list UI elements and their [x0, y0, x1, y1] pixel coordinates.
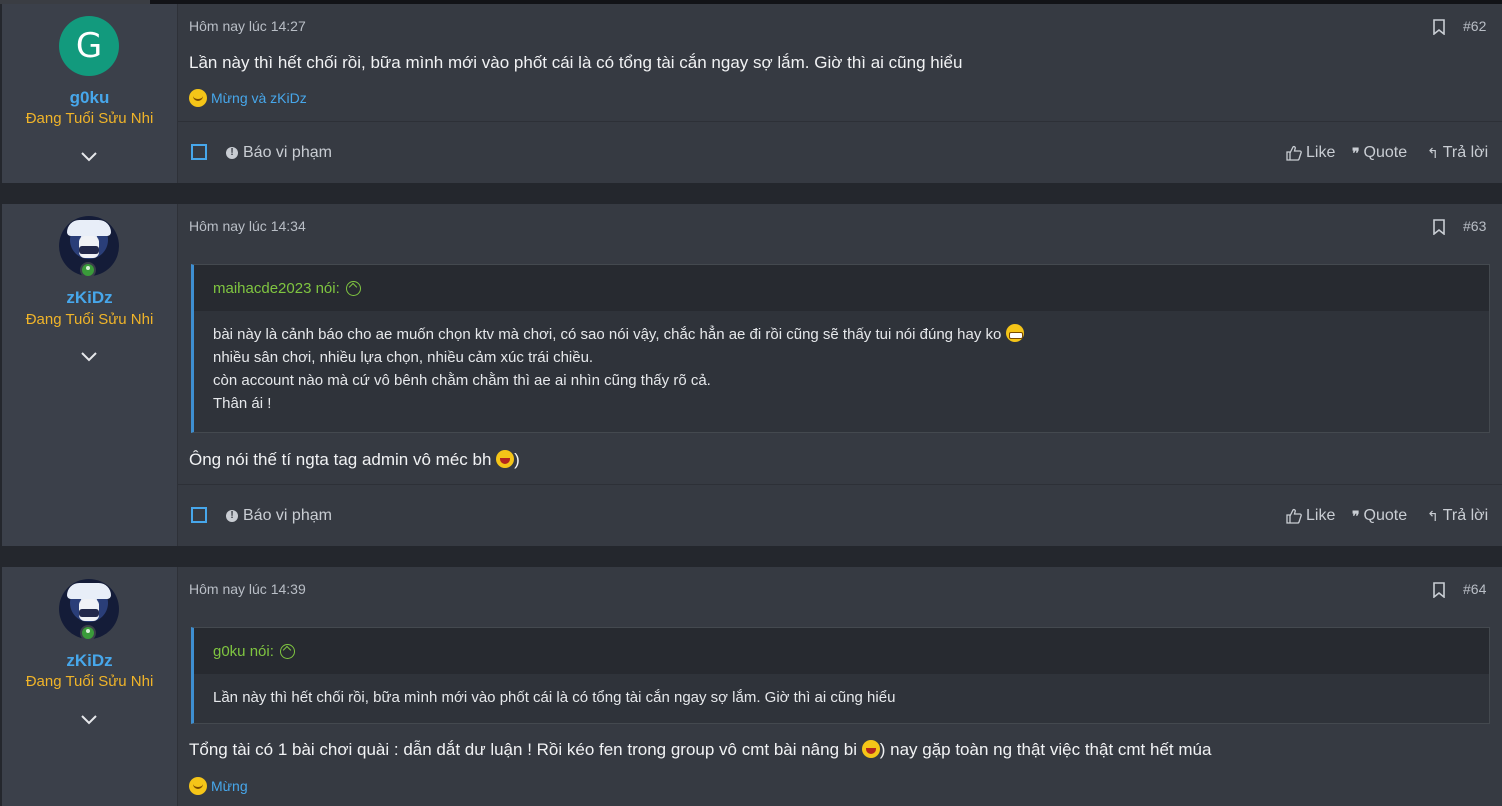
quote-label: Quote: [1363, 144, 1408, 161]
reaction-summary[interactable]: Mừng: [189, 777, 248, 795]
post-62: G g0ku Đang Tuổi Sửu Nhi Hôm nay lúc 14:…: [2, 4, 1502, 183]
user-title: Đang Tuổi Sửu Nhi: [25, 110, 154, 127]
report-link[interactable]: ! Báo vi phạm: [226, 507, 332, 525]
report-icon: !: [226, 147, 238, 159]
quote-line: còn account nào mà cứ vô bênh chằm chằm …: [213, 372, 711, 389]
quote-body: Lần này thì hết chối rồi, bữa mình mới v…: [194, 674, 1489, 709]
quote-line: nhiều sân chơi, nhiều lựa chọn, nhiều cả…: [213, 349, 594, 366]
reply-label: Trả lời: [1442, 507, 1489, 524]
post-number[interactable]: #64: [1463, 581, 1486, 597]
user-title: Đang Tuổi Sửu Nhi: [25, 311, 154, 328]
quote-block: g0ku nói: Lần này thì hết chối rồi, bữa …: [191, 627, 1490, 724]
bookmark-icon[interactable]: [1432, 582, 1446, 598]
quote-label: Quote: [1363, 507, 1408, 524]
avatar[interactable]: G: [59, 16, 119, 76]
quote-header[interactable]: maihacde2023 nói:: [194, 265, 1489, 311]
post-time[interactable]: Hôm nay lúc 14:27: [189, 18, 306, 34]
quote-icon: ❞: [1352, 144, 1360, 161]
select-checkbox[interactable]: [191, 144, 207, 160]
post-number[interactable]: #62: [1463, 18, 1486, 34]
chevron-down-icon[interactable]: [80, 150, 98, 162]
quote-line: Lần này thì hết chối rồi, bữa mình mới v…: [213, 689, 896, 706]
user-sidebar: G g0ku Đang Tuổi Sửu Nhi: [2, 4, 178, 183]
laugh-emoji-icon: [496, 450, 515, 468]
post-time[interactable]: Hôm nay lúc 14:39: [189, 581, 306, 597]
user-title: Đang Tuổi Sửu Nhi: [25, 673, 154, 690]
chevron-down-icon[interactable]: [80, 350, 98, 362]
online-status-icon: [80, 625, 96, 641]
username[interactable]: g0ku: [2, 88, 177, 108]
online-status-icon: [80, 262, 96, 278]
laugh-reaction-icon: [189, 89, 207, 107]
quote-header[interactable]: g0ku nói:: [194, 628, 1489, 674]
reply-button[interactable]: ↰ Trả lời: [1427, 507, 1488, 525]
post-63: zKiDz Đang Tuổi Sửu Nhi Hôm nay lúc 14:3…: [2, 204, 1502, 546]
chevron-down-icon[interactable]: [80, 713, 98, 725]
select-checkbox[interactable]: [191, 507, 207, 523]
reaction-users[interactable]: Mừng: [211, 778, 248, 794]
laugh-reaction-icon: [189, 777, 207, 795]
post-content: Lần này thì hết chối rồi, bữa mình mới v…: [189, 53, 963, 72]
quote-icon: ❞: [1352, 507, 1360, 524]
post-number[interactable]: #63: [1463, 218, 1486, 234]
post-content: Tổng tài có 1 bài chơi quài : dẫn dắt dư…: [189, 740, 1212, 759]
report-label: Báo vi phạm: [243, 507, 332, 524]
reply-button[interactable]: ↰ Trả lời: [1427, 144, 1488, 162]
footer-divider: [178, 484, 1502, 485]
bookmark-icon[interactable]: [1432, 19, 1446, 35]
quote-line: Thân ái !: [213, 395, 272, 412]
username[interactable]: zKiDz: [2, 651, 177, 671]
reaction-users[interactable]: Mừng và zKiDz: [211, 90, 307, 106]
reply-icon: ↰: [1427, 144, 1439, 161]
like-label: Like: [1306, 507, 1336, 524]
grin-emoji-icon: [1005, 324, 1024, 342]
username[interactable]: zKiDz: [2, 288, 177, 308]
like-button[interactable]: Like: [1286, 507, 1335, 525]
jump-to-quote-icon[interactable]: [345, 280, 361, 296]
report-link[interactable]: ! Báo vi phạm: [226, 144, 332, 162]
quote-button[interactable]: ❞ Quote: [1352, 144, 1407, 162]
like-label: Like: [1306, 144, 1336, 161]
post-content: Ông nói thế tí ngta tag admin vô méc bh …: [189, 450, 520, 469]
quote-author[interactable]: g0ku nói:: [213, 643, 274, 660]
reply-label: Trả lời: [1442, 144, 1489, 161]
quote-body: bài này là cảnh báo cho ae muốn chọn ktv…: [194, 311, 1489, 415]
post-64: zKiDz Đang Tuổi Sửu Nhi Hôm nay lúc 14:3…: [2, 567, 1502, 806]
quote-author[interactable]: maihacde2023 nói:: [213, 280, 340, 297]
quote-button[interactable]: ❞ Quote: [1352, 507, 1407, 525]
footer-divider: [178, 121, 1502, 122]
reply-icon: ↰: [1427, 507, 1439, 524]
thumbs-up-icon: [1286, 145, 1302, 161]
laugh-emoji-icon: [861, 740, 880, 758]
quote-line: bài này là cảnh báo cho ae muốn chọn ktv…: [213, 323, 1470, 346]
report-label: Báo vi phạm: [243, 144, 332, 161]
jump-to-quote-icon[interactable]: [279, 643, 295, 659]
report-icon: !: [226, 510, 238, 522]
user-sidebar: zKiDz Đang Tuổi Sửu Nhi: [2, 204, 178, 546]
post-time[interactable]: Hôm nay lúc 14:34: [189, 218, 306, 234]
quote-block: maihacde2023 nói: bài này là cảnh báo ch…: [191, 264, 1490, 433]
thumbs-up-icon: [1286, 508, 1302, 524]
reaction-summary[interactable]: Mừng và zKiDz: [189, 89, 307, 107]
bookmark-icon[interactable]: [1432, 219, 1446, 235]
user-sidebar: zKiDz Đang Tuổi Sửu Nhi: [2, 567, 178, 806]
like-button[interactable]: Like: [1286, 144, 1335, 162]
